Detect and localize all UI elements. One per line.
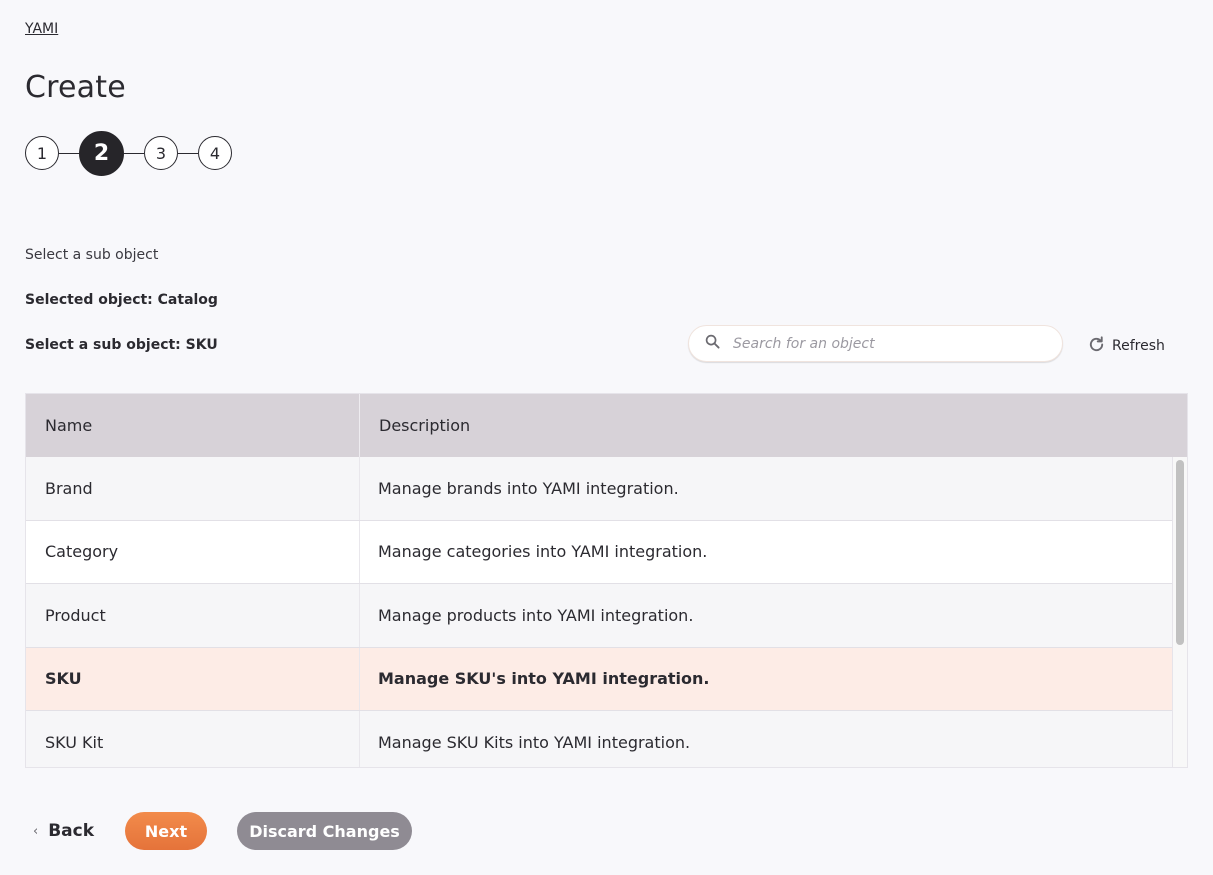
table-body: Brand Manage brands into YAMI integratio… [26, 457, 1187, 767]
cell-description: Manage brands into YAMI integration. [378, 478, 679, 498]
step-connector [124, 152, 144, 154]
cell-name: Category [26, 520, 360, 583]
cell-name: Brand [26, 457, 360, 520]
cell-description: Manage products into YAMI integration. [378, 605, 694, 625]
step-connector [178, 152, 198, 154]
cell-description: Manage categories into YAMI integration. [378, 542, 708, 562]
cell-description: Manage SKU Kits into YAMI integration. [378, 732, 691, 752]
section-label: Select a sub object [25, 247, 159, 263]
back-button[interactable]: ‹ Back [25, 821, 94, 841]
search-icon [705, 334, 720, 353]
table-row[interactable]: Category Manage categories into YAMI int… [26, 520, 1172, 584]
cell-name: SKU [26, 647, 360, 710]
column-header-description[interactable]: Description [360, 394, 1187, 457]
chevron-left-icon: ‹ [33, 823, 39, 839]
selected-sub-object-label: Select a sub object: SKU [25, 337, 218, 353]
page-title: Create [25, 70, 126, 105]
step-3[interactable]: 3 [144, 136, 178, 170]
footer-actions: ‹ Back Next Discard Changes [25, 812, 413, 850]
breadcrumb-yami[interactable]: YAMI [25, 21, 58, 37]
table-row[interactable]: Brand Manage brands into YAMI integratio… [26, 457, 1172, 521]
step-4[interactable]: 4 [198, 136, 232, 170]
refresh-label: Refresh [1112, 338, 1165, 354]
cell-name: SKU Kit [26, 711, 360, 767]
column-header-name[interactable]: Name [26, 394, 360, 457]
table-row[interactable]: Product Manage products into YAMI integr… [26, 584, 1172, 648]
step-connector [59, 152, 79, 154]
back-label: Back [48, 821, 95, 841]
step-2-active[interactable]: 2 [79, 130, 124, 176]
search-box[interactable] [688, 325, 1063, 362]
stepper: 1 2 3 4 [25, 130, 232, 176]
cell-name: Product [26, 584, 360, 647]
table-header: Name Description [26, 394, 1187, 457]
table-scrollbar[interactable] [1172, 457, 1187, 767]
refresh-icon [1087, 335, 1112, 358]
step-1[interactable]: 1 [25, 136, 59, 170]
next-button[interactable]: Next [125, 812, 208, 850]
cell-description: Manage SKU's into YAMI integration. [378, 669, 710, 689]
scrollbar-thumb[interactable] [1176, 460, 1184, 645]
search-input[interactable] [733, 335, 1033, 352]
table-row[interactable]: SKU Kit Manage SKU Kits into YAMI integr… [26, 711, 1172, 767]
selected-object-label: Selected object: Catalog [25, 292, 218, 308]
sub-object-table: Name Description Brand Manage brands int… [25, 393, 1188, 768]
table-row-selected[interactable]: SKU Manage SKU's into YAMI integration. [26, 647, 1172, 711]
discard-changes-button[interactable]: Discard Changes [237, 812, 413, 850]
refresh-button[interactable]: Refresh [1087, 335, 1165, 357]
